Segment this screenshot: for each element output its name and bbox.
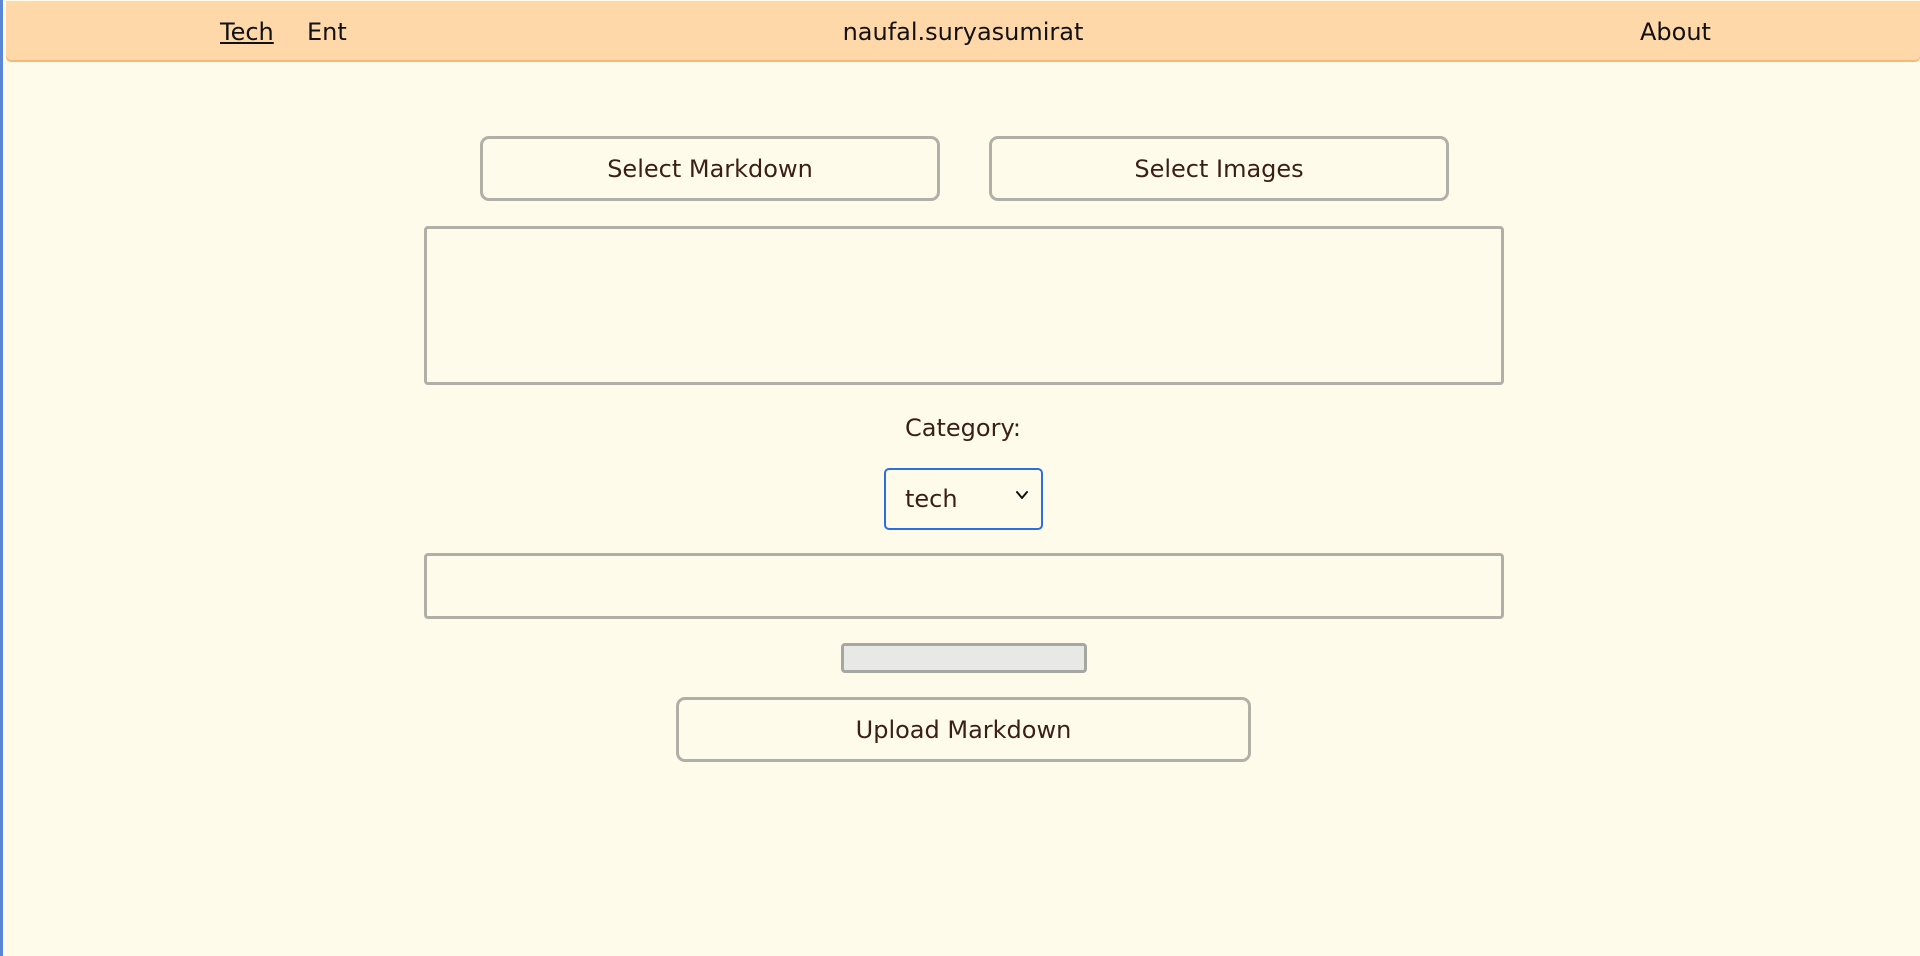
nav-link-about[interactable]: About [1640,18,1711,46]
category-label: Category: [905,414,1021,442]
select-images-button[interactable]: Select Images [989,136,1449,201]
upload-progress-bar [841,643,1087,673]
nav-link-tech[interactable]: Tech [220,18,274,46]
upload-markdown-button[interactable]: Upload Markdown [676,697,1251,762]
filename-input[interactable] [424,553,1504,619]
navbar: Tech Ent naufal.suryasumirat About [6,1,1920,60]
chevron-down-icon [1016,491,1028,499]
site-brand: naufal.suryasumirat [842,18,1084,46]
category-select[interactable]: tech [884,468,1043,530]
select-markdown-button[interactable]: Select Markdown [480,136,940,201]
markdown-preview-textarea[interactable] [424,226,1504,385]
category-selected-value: tech [905,485,958,513]
nav-link-ent[interactable]: Ent [307,18,347,46]
